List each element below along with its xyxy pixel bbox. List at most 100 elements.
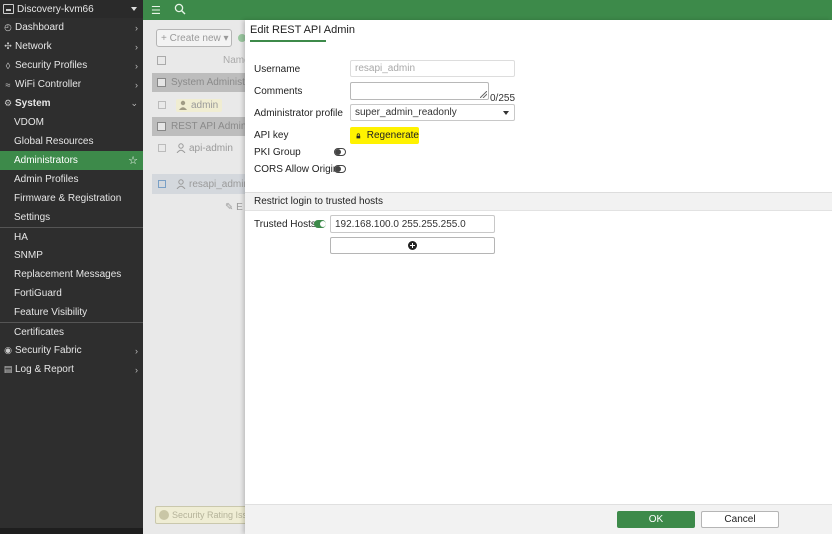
admin-profile-select[interactable]: super_admin_readonly [350, 104, 515, 121]
cors-label: CORS Allow Origin [254, 164, 339, 175]
row-checkbox [158, 101, 166, 109]
row-name: admin [191, 99, 219, 111]
collapse-icon [157, 78, 166, 87]
sidebar-item-system[interactable]: ⚙ System ⌄ [0, 94, 143, 113]
sidebar-item-label: Global Resources [14, 136, 94, 147]
username-field[interactable]: resapi_admin [350, 60, 515, 77]
hamburger-menu-icon[interactable]: ☰ [151, 4, 161, 17]
sidebar-item-security-fabric[interactable]: ◉ Security Fabric › [0, 341, 143, 360]
sidebar-item-certificates[interactable]: Certificates [0, 322, 143, 341]
sidebar-item-label: Log & Report [15, 364, 74, 375]
section-title: Restrict login to trusted hosts [254, 196, 383, 207]
sidebar-item-ha[interactable]: HA [0, 227, 143, 246]
admin-profile-label: Administrator profile [254, 108, 343, 119]
sidebar-item-replacement-messages[interactable]: Replacement Messages [0, 265, 143, 284]
log-icon: ▤ [3, 364, 13, 374]
comments-counter: 0/255 [490, 93, 516, 104]
star-icon[interactable]: ☆ [128, 154, 138, 167]
rating-icon [159, 510, 169, 520]
create-new-label: Create new [169, 32, 221, 44]
pki-group-toggle[interactable] [334, 148, 346, 156]
sidebar-item-vdom[interactable]: VDOM [0, 113, 143, 132]
sidebar-item-dashboard[interactable]: ◴ Dashboard › [0, 18, 143, 37]
edit-rest-api-admin-dialog: Edit REST API Admin Username resapi_admi… [245, 20, 832, 534]
plus-circle-icon [408, 241, 417, 250]
trusted-host-value: 192.168.100.0 255.255.255.0 [335, 218, 466, 230]
wifi-icon: ≈ [5, 79, 11, 90]
cancel-button[interactable]: Cancel [701, 511, 779, 528]
sidebar-item-security-profiles[interactable]: ◊ Security Profiles › [0, 56, 143, 75]
sidebar-item-label: SNMP [14, 250, 43, 261]
rating-label: Security Rating Issues [172, 510, 245, 520]
dialog-title: Edit REST API Admin [250, 24, 355, 36]
admin-list-background: + Create new ▾ Name System Administrator… [143, 20, 245, 534]
sidebar-item-label: Security Profiles [15, 60, 88, 71]
sidebar-item-label: VDOM [14, 117, 44, 128]
add-trusted-host-button[interactable] [330, 237, 495, 254]
sidebar-item-network[interactable]: ✣ Network › [0, 37, 143, 56]
row-name: api-admin [189, 142, 233, 154]
row-checkbox [158, 144, 166, 152]
sidebar-item-label: System [15, 98, 51, 109]
regenerate-button[interactable]: Regenerate [350, 127, 419, 144]
table-row-selected: resapi_admin [152, 174, 245, 194]
device-icon [3, 4, 14, 14]
trusted-hosts-label: Trusted Hosts [254, 219, 316, 230]
api-key-label: API key [254, 130, 289, 141]
chevron-right-icon: › [135, 41, 138, 52]
fabric-icon: ◉ [4, 345, 12, 355]
chevron-down-icon [503, 111, 509, 115]
sidebar-item-label: Certificates [14, 326, 65, 338]
sidebar-item-settings[interactable]: Settings [0, 208, 143, 227]
sidebar-item-label: WiFi Controller [15, 79, 82, 90]
name-column-header: Name [223, 55, 245, 66]
row-name: resapi_admin [189, 178, 245, 190]
table-header: Name [152, 52, 245, 70]
username-label: Username [254, 64, 301, 75]
sidebar-item-label: Replacement Messages [14, 269, 122, 280]
group-row-rest-api: REST API Administrator [152, 117, 245, 136]
sidebar-item-label: Network [15, 41, 52, 52]
comments-textarea[interactable] [350, 82, 489, 100]
cors-toggle[interactable] [334, 165, 346, 173]
top-bar: ☰ [143, 0, 832, 20]
trusted-hosts-section-header: Restrict login to trusted hosts [245, 192, 832, 211]
create-new-button: + Create new ▾ [156, 29, 232, 47]
sidebar-item-admin-profiles[interactable]: Admin Profiles [0, 170, 143, 189]
trusted-host-input[interactable]: 192.168.100.0 255.255.255.0 [330, 215, 495, 233]
sidebar-item-administrators[interactable]: Administrators ☆ [0, 151, 143, 170]
sidebar-item-snmp[interactable]: SNMP [0, 246, 143, 265]
search-icon[interactable] [174, 3, 186, 15]
title-underline [250, 40, 326, 42]
security-rating-badge: Security Rating Issues [155, 506, 245, 524]
ok-button[interactable]: OK [617, 511, 695, 528]
gear-icon: ⚙ [3, 98, 13, 108]
admin-profile-value: super_admin_readonly [355, 107, 457, 118]
sidebar-item-label: Security Fabric [15, 345, 82, 356]
sidebar-item-label: Firmware & Registration [14, 193, 122, 204]
sidebar-item-wifi-controller[interactable]: ≈ WiFi Controller › [0, 75, 143, 94]
trusted-hosts-toggle[interactable] [314, 220, 326, 228]
lock-icon [356, 132, 361, 138]
pki-group-label: PKI Group [254, 147, 301, 158]
group-label: System Administrator [171, 77, 245, 88]
sidebar-item-log-report[interactable]: ▤ Log & Report › [0, 360, 143, 379]
sidebar-item-label: Administrators [14, 155, 78, 166]
dashboard-icon: ◴ [4, 22, 12, 32]
device-selector[interactable]: Discovery-kvm66 [0, 0, 143, 18]
chevron-right-icon: › [135, 60, 138, 71]
chevron-down-icon [131, 7, 137, 11]
sidebar-item-global-resources[interactable]: Global Resources [0, 132, 143, 151]
sidebar: Discovery-kvm66 ◴ Dashboard › ✣ Network … [0, 0, 143, 534]
sidebar-item-label: FortiGuard [14, 288, 62, 299]
collapse-icon [157, 122, 166, 131]
sidebar-item-fortiguard[interactable]: FortiGuard [0, 284, 143, 303]
device-name: Discovery-kvm66 [17, 3, 94, 15]
user-icon [176, 179, 186, 189]
sidebar-item-label: Dashboard [15, 22, 64, 33]
group-row-system: System Administrator [152, 73, 245, 92]
sidebar-item-firmware[interactable]: Firmware & Registration [0, 189, 143, 208]
sidebar-item-feature-visibility[interactable]: Feature Visibility [0, 303, 143, 322]
resize-grip-icon[interactable] [480, 91, 487, 98]
admin-pill: admin [176, 98, 223, 112]
